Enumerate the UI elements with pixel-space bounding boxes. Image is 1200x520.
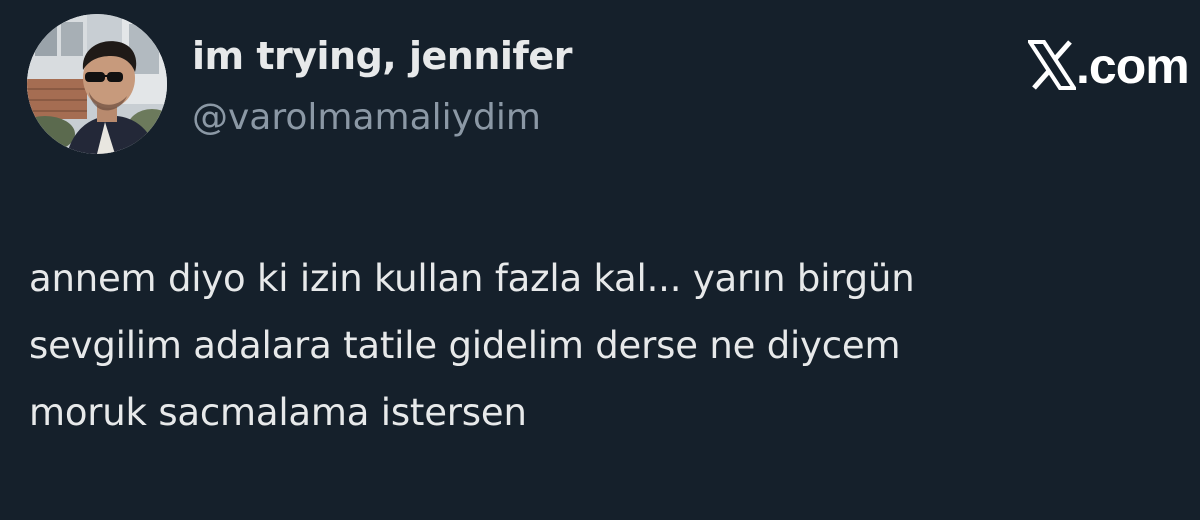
x-logo-icon bbox=[1028, 40, 1078, 90]
avatar[interactable] bbox=[27, 14, 167, 154]
tweet-card: im trying, jennifer @varolmamaliydim .co… bbox=[0, 0, 1200, 520]
tweet-text: annem diyo ki izin kullan fazla kal... y… bbox=[29, 257, 915, 434]
profile-photo-icon bbox=[27, 14, 167, 154]
brand-watermark: .com bbox=[1028, 38, 1200, 98]
brand-domain-text: .com bbox=[1076, 38, 1190, 94]
author-handle[interactable]: @varolmamaliydim bbox=[192, 97, 541, 138]
author-display-name[interactable]: im trying, jennifer bbox=[192, 34, 572, 78]
